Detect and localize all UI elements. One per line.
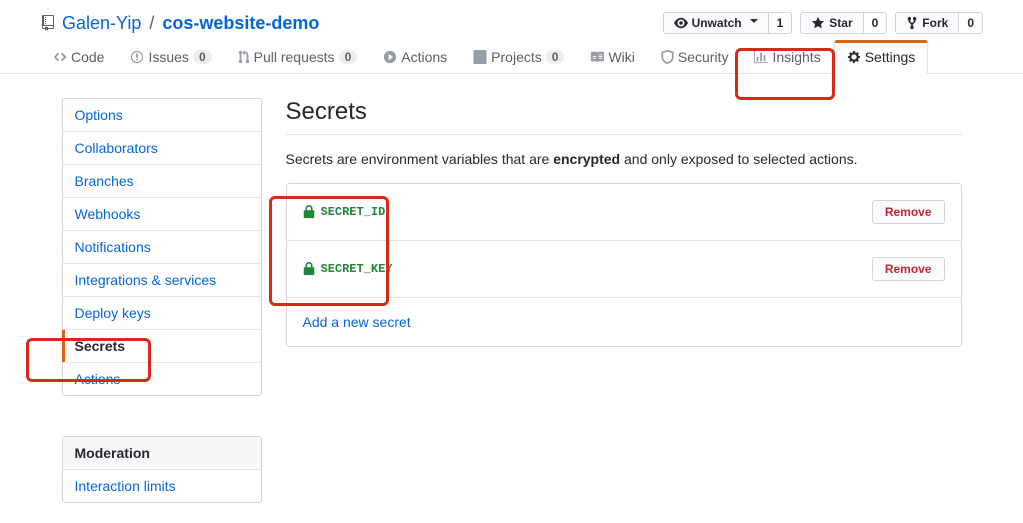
repo-title: Galen-Yip / cos-website-demo [40,13,319,34]
tab-insights[interactable]: Insights [741,40,833,73]
tab-wiki[interactable]: Wiki [577,40,647,73]
eye-icon [674,16,688,30]
sidebar-item-secrets[interactable]: Secrets [63,330,261,363]
star-count[interactable]: 0 [864,12,888,34]
repo-nav: Code Issues 0 Pull requests 0 Actions Pr… [40,40,983,73]
tab-security[interactable]: Security [648,40,742,73]
path-separator: / [149,13,154,34]
sidebar-item-integrations[interactable]: Integrations & services [63,264,261,297]
play-icon [383,50,397,64]
add-secret-row: Add a new secret [287,298,961,346]
sidebar-item-branches[interactable]: Branches [63,165,261,198]
remove-button[interactable]: Remove [872,200,945,224]
pulls-counter: 0 [339,50,358,64]
tab-actions[interactable]: Actions [370,40,460,73]
pull-request-icon [238,50,250,64]
sidebar-item-webhooks[interactable]: Webhooks [63,198,261,231]
watch-button[interactable]: Unwatch [663,12,769,34]
lock-icon [303,262,315,276]
secrets-list: SECRET_ID Remove SECRET_KEY Remove Add a… [286,183,962,347]
book-icon [590,50,604,64]
settings-sidebar: Options Collaborators Branches Webhooks … [62,98,262,396]
star-button[interactable]: Star [800,12,863,34]
sidebar-item-collaborators[interactable]: Collaborators [63,132,261,165]
sidebar-item-deploy-keys[interactable]: Deploy keys [63,297,261,330]
fork-button[interactable]: Fork [895,12,959,34]
gear-icon [847,50,861,64]
project-icon [473,50,487,64]
sidebar-item-notifications[interactable]: Notifications [63,231,261,264]
fork-count[interactable]: 0 [959,12,983,34]
tab-code[interactable]: Code [40,40,117,73]
sidebar-heading-moderation: Moderation [63,437,261,470]
sidebar-item-interaction-limits[interactable]: Interaction limits [63,470,261,502]
tab-settings[interactable]: Settings [834,40,929,74]
lock-icon [303,205,315,219]
star-icon [811,16,825,30]
watch-count[interactable]: 1 [769,12,793,34]
sidebar-item-options[interactable]: Options [63,99,261,132]
fork-icon [906,16,918,30]
sidebar-item-actions[interactable]: Actions [63,363,261,395]
tab-pulls[interactable]: Pull requests 0 [225,40,371,73]
repo-icon [40,15,56,31]
issue-icon [130,50,144,64]
tab-projects[interactable]: Projects 0 [460,40,577,73]
secret-row: SECRET_KEY Remove [287,241,961,298]
secret-name: SECRET_ID [303,205,386,219]
issues-counter: 0 [193,50,212,64]
repo-actions: Unwatch 1 Star 0 Fork 0 [663,12,983,34]
remove-button[interactable]: Remove [872,257,945,281]
shield-icon [661,50,674,64]
page-description: Secrets are environment variables that a… [286,151,962,167]
tab-issues[interactable]: Issues 0 [117,40,224,73]
projects-counter: 0 [546,50,565,64]
page-title: Secrets [286,98,962,135]
moderation-sidebar: Moderation Interaction limits [62,436,262,503]
secret-name: SECRET_KEY [303,262,393,276]
code-icon [53,50,67,64]
repo-owner-link[interactable]: Galen-Yip [62,13,141,34]
add-secret-link[interactable]: Add a new secret [303,314,411,330]
secret-row: SECRET_ID Remove [287,184,961,241]
repo-name-link[interactable]: cos-website-demo [162,13,319,34]
graph-icon [754,50,768,64]
